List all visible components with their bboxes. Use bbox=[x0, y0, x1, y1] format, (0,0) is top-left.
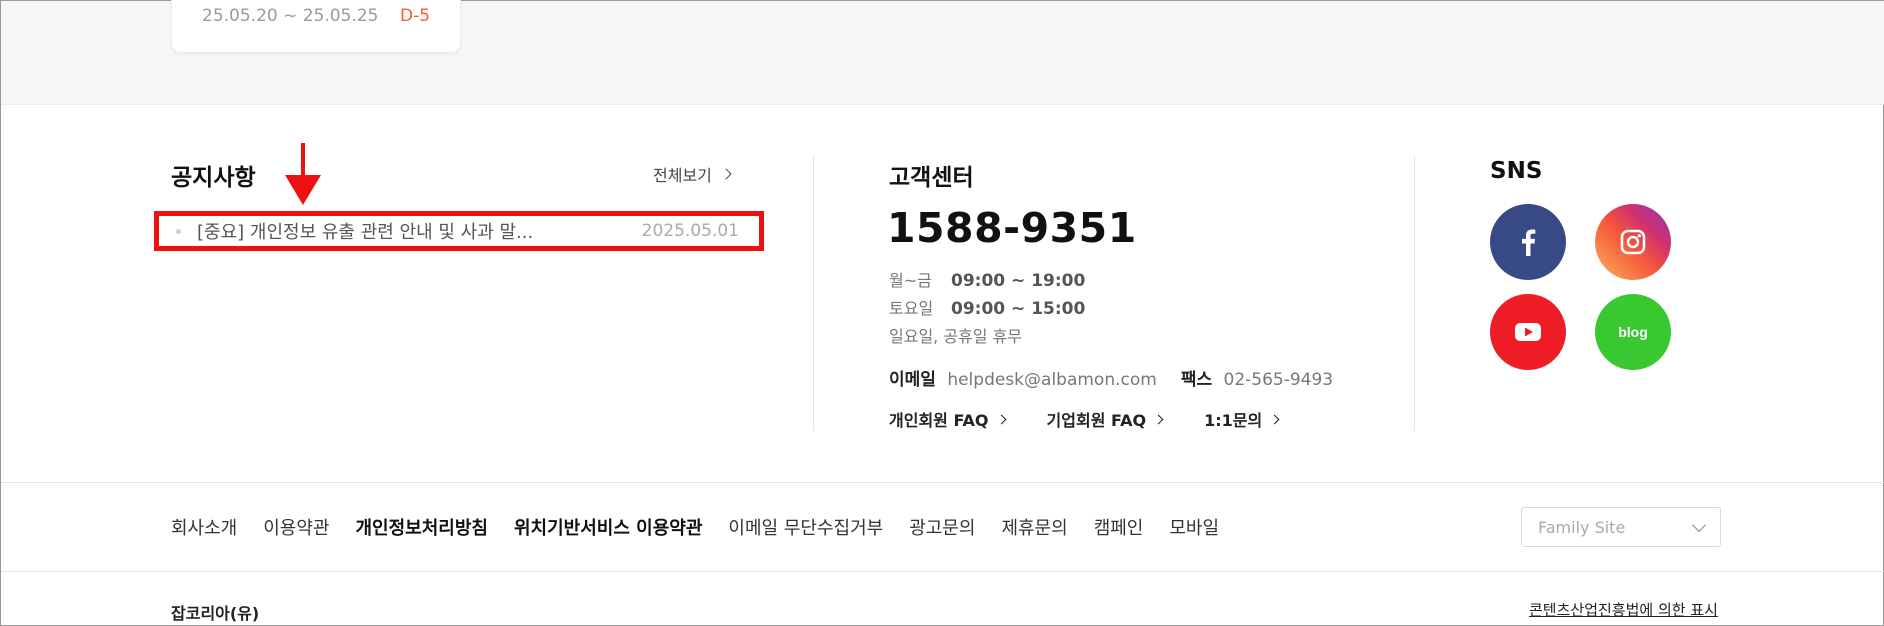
personal-faq-label: 개인회원 FAQ bbox=[889, 411, 989, 430]
notice-item-date: 2025.05.01 bbox=[641, 221, 739, 241]
facebook-icon bbox=[1522, 229, 1536, 256]
chevron-right-icon bbox=[720, 168, 732, 180]
recruit-dday-badge: D-5 bbox=[400, 6, 431, 26]
company-faq-label: 기업회원 FAQ bbox=[1046, 411, 1147, 430]
bullet-icon bbox=[176, 228, 181, 234]
hours-day: 월~금 bbox=[889, 271, 932, 290]
instagram-icon bbox=[1620, 229, 1646, 255]
blog-button[interactable]: blog bbox=[1595, 294, 1671, 370]
red-arrow-down-icon bbox=[285, 143, 321, 205]
customer-center-links: 개인회원 FAQ 기업회원 FAQ 1:1문의 bbox=[889, 407, 1280, 431]
holiday-note: 일요일, 공휴일 휴무 bbox=[889, 327, 1023, 346]
hours-time: 09:00 ~ 15:00 bbox=[951, 299, 1086, 319]
sns-title: SNS bbox=[1490, 158, 1543, 184]
fax-value: 02-565-9493 bbox=[1223, 370, 1334, 390]
notice-view-all-link[interactable]: 전체보기 bbox=[653, 162, 732, 186]
facebook-button[interactable] bbox=[1490, 204, 1566, 280]
top-band: 25.05.20 ~ 25.05.25 D-5 bbox=[1, 0, 1884, 105]
email-label: 이메일 bbox=[889, 370, 936, 390]
footer-link-company[interactable]: 회사소개 bbox=[171, 514, 237, 540]
fax-info: 팩스 02-565-9493 bbox=[1181, 365, 1333, 390]
company-faq-link[interactable]: 기업회원 FAQ bbox=[1046, 407, 1164, 431]
contents-law-link[interactable]: 콘텐츠산업진흥법에 의한 표시 bbox=[1529, 599, 1718, 620]
footer-link-terms[interactable]: 이용약관 bbox=[263, 514, 329, 540]
company-name: 잡코리아(유) bbox=[171, 604, 260, 623]
inquiry-label: 1:1문의 bbox=[1204, 411, 1263, 430]
chevron-right-icon bbox=[996, 414, 1006, 424]
footer-links: 회사소개 이용약관 개인정보처리방침 위치기반서비스 이용약관 이메일 무단수집… bbox=[171, 514, 1219, 540]
section-divider bbox=[1, 482, 1884, 483]
recruit-period: 25.05.20 ~ 25.05.25 bbox=[202, 6, 379, 26]
column-divider bbox=[813, 155, 814, 431]
customer-center-contact: 이메일 helpdesk@albamon.com 팩스 02-565-9493 bbox=[889, 365, 1333, 390]
customer-center-title: 고객센터 bbox=[889, 165, 974, 191]
family-site-placeholder: Family Site bbox=[1538, 517, 1626, 537]
family-site-select[interactable]: Family Site bbox=[1521, 507, 1721, 547]
inquiry-link[interactable]: 1:1문의 bbox=[1204, 407, 1280, 431]
fax-label: 팩스 bbox=[1180, 370, 1213, 390]
footer-link-mobile[interactable]: 모바일 bbox=[1169, 514, 1219, 540]
email-info: 이메일 helpdesk@albamon.com bbox=[889, 365, 1157, 390]
notice-title: 공지사항 bbox=[171, 165, 256, 191]
notice-view-all-label: 전체보기 bbox=[653, 166, 712, 185]
instagram-button[interactable] bbox=[1595, 204, 1671, 280]
chevron-right-icon bbox=[1269, 414, 1280, 424]
recruit-card[interactable]: 25.05.20 ~ 25.05.25 D-5 bbox=[171, 0, 461, 53]
youtube-button[interactable] bbox=[1490, 294, 1566, 370]
chevron-down-icon bbox=[1691, 517, 1707, 532]
section-divider bbox=[1, 571, 1884, 572]
footer-link-partnership[interactable]: 제휴문의 bbox=[1001, 514, 1067, 540]
footer-link-ad-inquiry[interactable]: 광고문의 bbox=[909, 514, 975, 540]
hours-time: 09:00 ~ 19:00 bbox=[951, 271, 1086, 291]
footer-link-campaign[interactable]: 캠페인 bbox=[1094, 514, 1144, 540]
personal-faq-link[interactable]: 개인회원 FAQ bbox=[889, 407, 1006, 431]
hours-row: 일요일, 공휴일 휴무 bbox=[889, 323, 1085, 351]
footer-link-email-refusal[interactable]: 이메일 무단수집거부 bbox=[728, 514, 883, 540]
hours-day: 토요일 bbox=[889, 299, 934, 318]
customer-center-hours: 월~금 09:00 ~ 19:00 토요일 09:00 ~ 15:00 일요일,… bbox=[889, 267, 1085, 351]
email-value: helpdesk@albamon.com bbox=[947, 370, 1157, 390]
customer-center-phone: 1588-9351 bbox=[887, 204, 1137, 252]
hours-row: 토요일 09:00 ~ 15:00 bbox=[889, 295, 1085, 323]
youtube-icon bbox=[1515, 323, 1541, 341]
footer-link-privacy[interactable]: 개인정보처리방침 bbox=[356, 514, 488, 540]
hours-row: 월~금 09:00 ~ 19:00 bbox=[889, 267, 1085, 295]
notice-list-item[interactable]: [중요] 개인정보 유출 관련 안내 및 사과 말... 2025.05.01 bbox=[154, 211, 764, 251]
footer-link-location-terms[interactable]: 위치기반서비스 이용약관 bbox=[514, 514, 702, 540]
notice-item-title: [중요] 개인정보 유출 관련 안내 및 사과 말... bbox=[197, 222, 534, 243]
chevron-right-icon bbox=[1153, 414, 1164, 424]
blog-icon: blog bbox=[1618, 324, 1648, 340]
column-divider bbox=[1414, 155, 1415, 431]
